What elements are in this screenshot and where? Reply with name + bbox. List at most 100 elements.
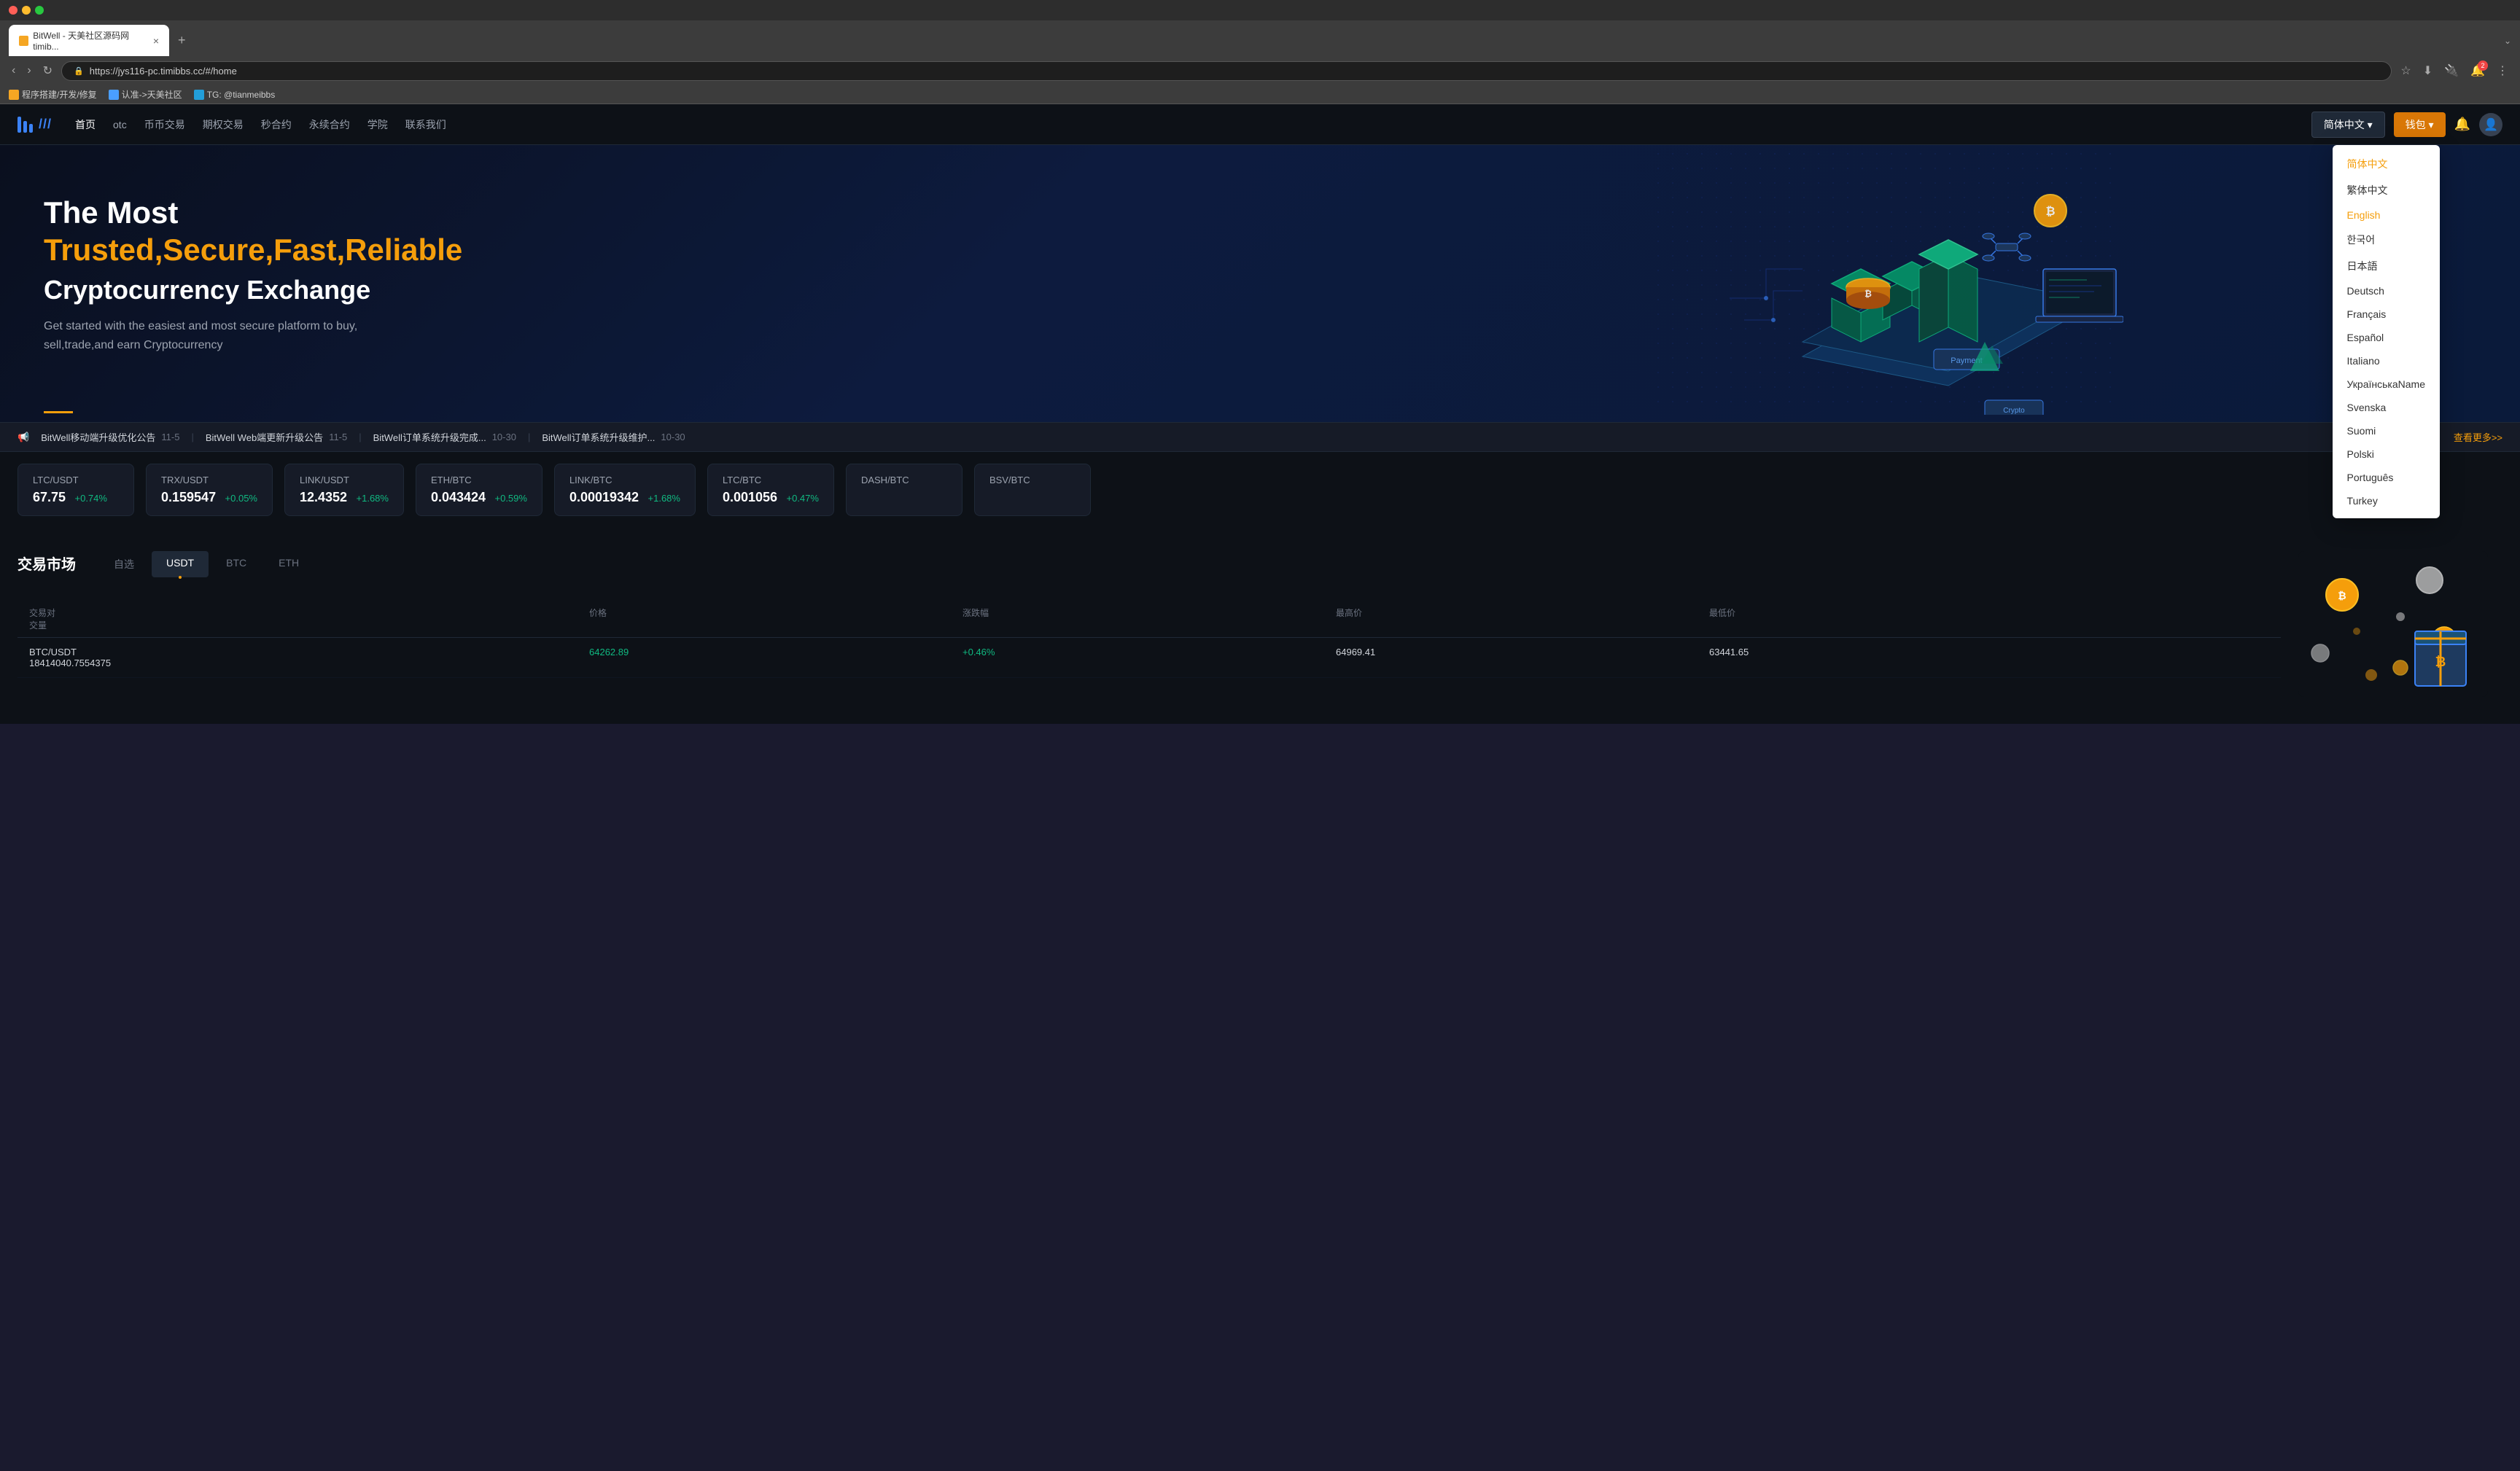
tab-close-icon[interactable]: × [153,35,159,47]
lang-item-korean[interactable]: 한국어 [2333,227,2440,253]
lang-item-japanese[interactable]: 日本語 [2333,253,2440,279]
price-pair-5: LTC/BTC [723,475,819,485]
nav-right: 简体中文 ▾ 钱包 ▾ 🔔 👤 [2311,112,2502,138]
nav-link-perpetual[interactable]: 永续合约 [309,114,350,135]
lang-item-portuguese[interactable]: Português [2333,466,2440,489]
forward-button[interactable]: › [24,61,34,80]
speaker-icon: 📢 [18,432,29,443]
lang-item-simplified-chinese[interactable]: 简体中文 [2333,151,2440,177]
hero-title: The Most Trusted,Secure,Fast,Reliable [44,195,496,268]
price-card-3[interactable]: ETH/BTC 0.043424 +0.59% [416,464,542,516]
logo-bar-2 [23,121,27,133]
market-tab-btc[interactable]: BTC [211,551,261,577]
nav-link-contact[interactable]: 联系我们 [405,114,446,135]
lang-item-english[interactable]: English [2333,203,2440,227]
new-tab-button[interactable]: + [172,30,192,51]
lang-item-french[interactable]: Français [2333,303,2440,326]
logo-bar-3 [29,124,33,133]
browser-titlebar [0,0,2520,20]
bookmark-icon-3 [194,90,204,100]
menu-button[interactable]: ⋮ [2494,61,2511,81]
ticker-more-link[interactable]: 查看更多>> [2454,430,2502,444]
market-tab-usdt[interactable]: USDT [152,551,209,577]
hero-decoration-line [44,411,73,413]
price-row-1: 0.159547 +0.05% [161,490,257,505]
price-change-5: +0.47% [787,493,819,504]
lang-item-finnish[interactable]: Suomi [2333,419,2440,442]
bell-icon[interactable]: 🔔 [2454,117,2470,132]
price-card-6[interactable]: DASH/BTC [846,464,962,516]
price-value-1: 0.159547 [161,490,216,504]
close-window-button[interactable] [9,6,18,15]
market-tab-eth[interactable]: ETH [264,551,314,577]
nav-link-otc[interactable]: otc [113,116,127,133]
nav-link-second[interactable]: 秒合约 [261,114,292,135]
ticker-item-1[interactable]: BitWell移动端升级优化公告 11-5 [41,430,179,444]
notifications-button[interactable]: 🔔2 [2468,61,2488,81]
nav-link-academy[interactable]: 学院 [368,114,388,135]
back-button[interactable]: ‹ [9,61,18,80]
nav-link-options[interactable]: 期权交易 [203,114,244,135]
ticker-title-1: BitWell移动端升级优化公告 [41,430,155,444]
nav-link-spot[interactable]: 币币交易 [144,114,185,135]
ticker-title-2: BitWell Web端更新升级公告 [206,430,323,444]
site-logo[interactable]: /// [18,117,52,133]
price-row-4: 0.00019342 +1.68% [569,490,680,505]
extensions-button[interactable]: 🔌 [2441,61,2462,81]
ticker-item-3[interactable]: BitWell订单系统升级完成... 10-30 [373,430,516,444]
lang-item-polish[interactable]: Polski [2333,442,2440,466]
price-change-3: +0.59% [495,493,527,504]
hero-title-highlight: Trusted,Secure,Fast,Reliable [44,233,462,267]
lang-item-ukrainian[interactable]: УкраїнськаName [2333,372,2440,396]
address-bar[interactable]: 🔒 https://jys116-pc.timibbs.cc/#/home [61,61,2392,81]
price-card-2[interactable]: LINK/USDT 12.4352 +1.68% [284,464,404,516]
price-pair-7: BSV/BTC [989,475,1076,485]
language-button[interactable]: 简体中文 ▾ [2311,112,2385,138]
bookmark-item-2[interactable]: 认准->天美社区 [109,88,182,101]
ticker-item-4[interactable]: BitWell订单系统升级维护... 10-30 [542,430,685,444]
hero-section: The Most Trusted,Secure,Fast,Reliable Cr… [0,145,2520,422]
lang-item-italian[interactable]: Italiano [2333,349,2440,372]
price-change-4: +1.68% [648,493,680,504]
price-card-0[interactable]: LTC/USDT 67.75 +0.74% [18,464,134,516]
bookmark-item-3[interactable]: TG: @tianmeibbs [194,90,276,100]
minimize-window-button[interactable] [22,6,31,15]
row-low-0: 63441.65 [1709,647,2269,658]
price-value-3: 0.043424 [431,490,486,504]
price-card-5[interactable]: LTC/BTC 0.001056 +0.47% [707,464,834,516]
refresh-button[interactable]: ↻ [40,61,55,81]
svg-text:₿: ₿ [2045,205,2055,218]
notification-badge: 2 [2478,61,2488,71]
svg-text:₿: ₿ [2435,655,2446,669]
ticker-date-1: 11-5 [161,432,179,442]
row-price-0: 64262.89 [589,647,962,658]
wallet-button[interactable]: 钱包 ▾ [2394,112,2446,137]
price-card-7[interactable]: BSV/BTC [974,464,1091,516]
hero-description: Get started with the easiest and most se… [44,317,496,354]
lang-item-deutsch[interactable]: Deutsch [2333,279,2440,303]
market-tab-favorites[interactable]: 自选 [99,551,149,577]
browser-tab-active[interactable]: BitWell - 天美社区源码网timib... × [9,25,169,56]
maximize-window-button[interactable] [35,6,44,15]
market-title: 交易市场 [18,553,76,574]
bookmark-item-1[interactable]: 程序搭建/开发/修复 [9,88,97,101]
price-value-0: 67.75 [33,490,66,504]
lang-item-traditional-chinese[interactable]: 繁体中文 [2333,177,2440,203]
lang-item-spanish[interactable]: Español [2333,326,2440,349]
price-row-5: 0.001056 +0.47% [723,490,819,505]
nav-link-home[interactable]: 首页 [75,114,96,135]
bookmark-button[interactable]: ☆ [2398,61,2414,81]
avatar-icon[interactable]: 👤 [2479,113,2502,136]
tab-favicon [19,36,28,46]
price-card-1[interactable]: TRX/USDT 0.159547 +0.05% [146,464,273,516]
price-card-4[interactable]: LINK/BTC 0.00019342 +1.68% [554,464,696,516]
tab-title: BitWell - 天美社区源码网timib... [33,29,149,52]
ticker-item-2[interactable]: BitWell Web端更新升级公告 11-5 [206,430,347,444]
lang-item-turkish[interactable]: Turkey [2333,489,2440,512]
col-header-price: 价格 [589,606,962,619]
col-header-high: 最高价 [1336,606,1709,619]
download-button[interactable]: ⬇ [2420,61,2435,81]
bookmark-icon-2 [109,90,119,100]
table-row[interactable]: BTC/USDT 64262.89 +0.46% 64969.41 63441.… [18,638,2281,678]
lang-item-swedish[interactable]: Svenska [2333,396,2440,419]
